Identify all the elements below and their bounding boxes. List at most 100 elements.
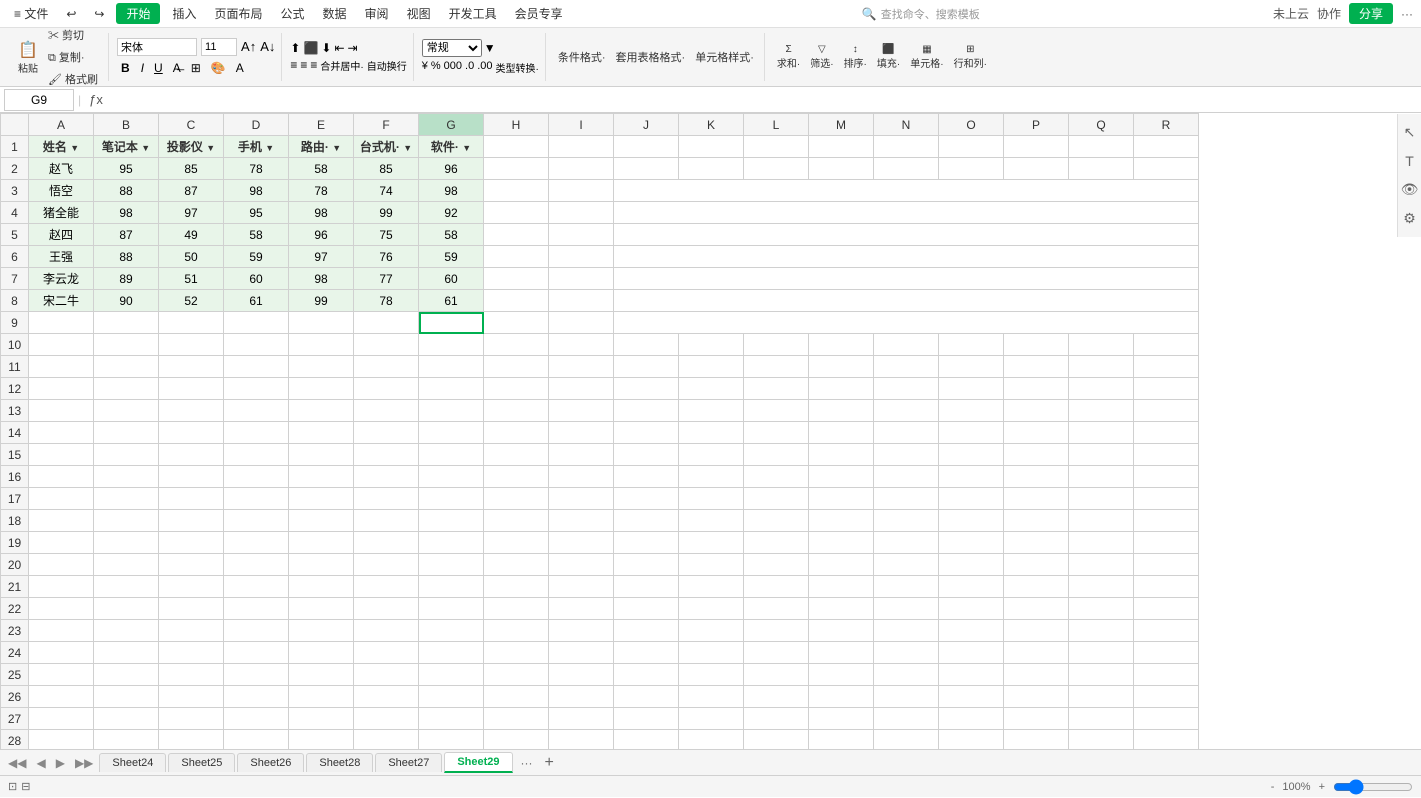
cell-col15-row13[interactable] xyxy=(1004,400,1069,422)
cell-col13-row15[interactable] xyxy=(874,444,939,466)
cell-col2-row25[interactable] xyxy=(159,664,224,686)
cell-col11-row14[interactable] xyxy=(744,422,809,444)
sheet-tab-sheet27[interactable]: Sheet27 xyxy=(375,753,442,772)
bold-button[interactable]: B xyxy=(117,59,134,77)
cell-col10-row27[interactable] xyxy=(679,708,744,730)
cell-rest-6[interactable] xyxy=(614,246,1199,268)
cell-col0-row17[interactable] xyxy=(29,488,94,510)
cell-col15-row23[interactable] xyxy=(1004,620,1069,642)
cell-col4-row25[interactable] xyxy=(289,664,354,686)
cell-col10-row15[interactable] xyxy=(679,444,744,466)
cell-col12-row26[interactable] xyxy=(809,686,874,708)
cell-col2-row22[interactable] xyxy=(159,598,224,620)
row-header-8[interactable]: 8 xyxy=(1,290,29,312)
cell-col11-row10[interactable] xyxy=(744,334,809,356)
row-header-22[interactable]: 22 xyxy=(1,598,29,620)
cell-col13-row12[interactable] xyxy=(874,378,939,400)
cell-col7-row27[interactable] xyxy=(484,708,549,730)
cell-col3-row16[interactable] xyxy=(224,466,289,488)
cell-col11-row18[interactable] xyxy=(744,510,809,532)
more-sheets-button[interactable]: ··· xyxy=(515,756,539,770)
cell-col13-row25[interactable] xyxy=(874,664,939,686)
cell-col3-row18[interactable] xyxy=(224,510,289,532)
cell-col0-row19[interactable] xyxy=(29,532,94,554)
cell-col7-row16[interactable] xyxy=(484,466,549,488)
col-header-Q[interactable]: Q xyxy=(1069,114,1134,136)
col-header-C[interactable]: C xyxy=(159,114,224,136)
cell-col5-row14[interactable] xyxy=(354,422,419,444)
cell-col1-row12[interactable] xyxy=(94,378,159,400)
cell-col6-row22[interactable] xyxy=(419,598,484,620)
cell-col2-row23[interactable] xyxy=(159,620,224,642)
border-button[interactable]: ⊞ xyxy=(188,60,204,76)
cell-col14-row12[interactable] xyxy=(939,378,1004,400)
cell-col5-row20[interactable] xyxy=(354,554,419,576)
cell-col0-row27[interactable] xyxy=(29,708,94,730)
cell-A4[interactable]: 猪全能 xyxy=(29,202,94,224)
cell-col17-row14[interactable] xyxy=(1134,422,1199,444)
cell-col10-row11[interactable] xyxy=(679,356,744,378)
cell-col15-row21[interactable] xyxy=(1004,576,1069,598)
row-header-15[interactable]: 15 xyxy=(1,444,29,466)
cell-col10-row26[interactable] xyxy=(679,686,744,708)
cursor-icon[interactable]: ↖ xyxy=(1402,122,1418,143)
cell-col6-row23[interactable] xyxy=(419,620,484,642)
menu-view[interactable]: 视图 xyxy=(401,3,437,24)
row-header-10[interactable]: 10 xyxy=(1,334,29,356)
cell-H8[interactable] xyxy=(484,290,549,312)
cell-col9-row22[interactable] xyxy=(614,598,679,620)
cell-col5-row17[interactable] xyxy=(354,488,419,510)
cell-H2[interactable] xyxy=(484,158,549,180)
cell-col14-row22[interactable] xyxy=(939,598,1004,620)
cell-I4[interactable] xyxy=(549,202,614,224)
cell-col17-row26[interactable] xyxy=(1134,686,1199,708)
cell-col2-row16[interactable] xyxy=(159,466,224,488)
row-col-button[interactable]: ⊞ 行和列· xyxy=(950,35,991,79)
cell-col6-row13[interactable] xyxy=(419,400,484,422)
cell-col13-row10[interactable] xyxy=(874,334,939,356)
toolbar-redo[interactable]: ↪ xyxy=(88,5,110,23)
cell-col9-row17[interactable] xyxy=(614,488,679,510)
cell-B5[interactable]: 87 xyxy=(94,224,159,246)
menu-page-layout[interactable]: 页面布局 xyxy=(209,3,269,24)
menu-file[interactable]: ≡ 文件 xyxy=(8,3,54,24)
cell-D8[interactable]: 61 xyxy=(224,290,289,312)
cell-col17-row25[interactable] xyxy=(1134,664,1199,686)
cell-col2-row12[interactable] xyxy=(159,378,224,400)
cell-col1-row13[interactable] xyxy=(94,400,159,422)
cell-col15-row10[interactable] xyxy=(1004,334,1069,356)
cell-col8-row25[interactable] xyxy=(549,664,614,686)
cell-col1-row20[interactable] xyxy=(94,554,159,576)
cell-col7-row10[interactable] xyxy=(484,334,549,356)
collab-label[interactable]: 协作 xyxy=(1317,5,1341,22)
sheet-tab-sheet28[interactable]: Sheet28 xyxy=(306,753,373,772)
cell-col13-row14[interactable] xyxy=(874,422,939,444)
cell-col5-row12[interactable] xyxy=(354,378,419,400)
col-header-F[interactable]: F xyxy=(354,114,419,136)
row-header-2[interactable]: 2 xyxy=(1,158,29,180)
cell-col11-row21[interactable] xyxy=(744,576,809,598)
cell-col4-row18[interactable] xyxy=(289,510,354,532)
row-header-20[interactable]: 20 xyxy=(1,554,29,576)
cell-col14-row16[interactable] xyxy=(939,466,1004,488)
row-header-4[interactable]: 4 xyxy=(1,202,29,224)
more-icon[interactable]: ··· xyxy=(1401,7,1413,21)
cell-button[interactable]: ▦ 单元格· xyxy=(906,35,947,79)
cell-col1-row24[interactable] xyxy=(94,642,159,664)
bottom-view-page[interactable]: ⊟ xyxy=(21,780,30,793)
cell-D7[interactable]: 60 xyxy=(224,268,289,290)
cell-col0-row26[interactable] xyxy=(29,686,94,708)
cell-col16-row20[interactable] xyxy=(1069,554,1134,576)
cell-col17-row12[interactable] xyxy=(1134,378,1199,400)
cell-A8[interactable]: 宋二牛 xyxy=(29,290,94,312)
cell-col17-row11[interactable] xyxy=(1134,356,1199,378)
cell-col0-row11[interactable] xyxy=(29,356,94,378)
add-sheet-button[interactable]: + xyxy=(541,754,558,772)
cell-D4[interactable]: 95 xyxy=(224,202,289,224)
cell-col15-row16[interactable] xyxy=(1004,466,1069,488)
cell-col8-row24[interactable] xyxy=(549,642,614,664)
cell-col15-row14[interactable] xyxy=(1004,422,1069,444)
cell-col10-row28[interactable] xyxy=(679,730,744,750)
cell-col17-row24[interactable] xyxy=(1134,642,1199,664)
cell-col2-row10[interactable] xyxy=(159,334,224,356)
